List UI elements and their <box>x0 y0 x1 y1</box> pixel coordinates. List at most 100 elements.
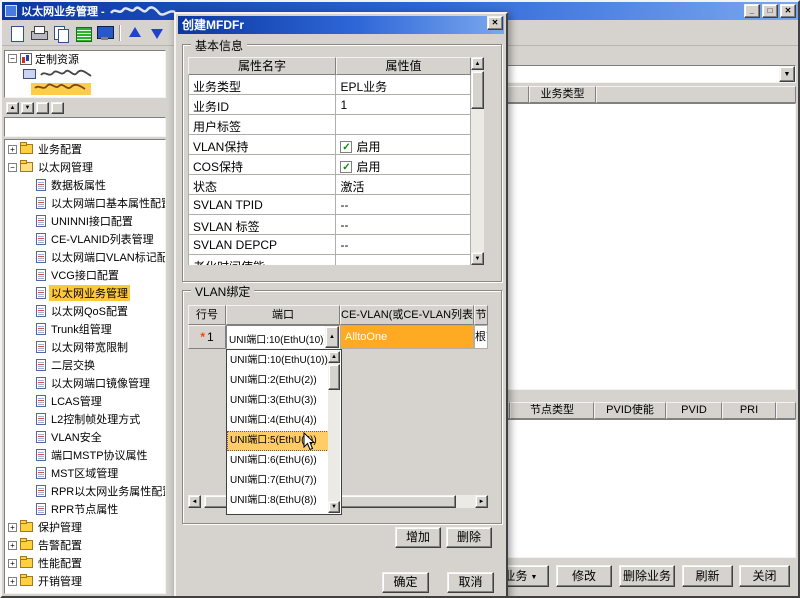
dropdown-option[interactable]: UNI端口:3(EthU(3)) <box>227 391 329 411</box>
expand-toggle-icon[interactable]: + <box>8 541 17 550</box>
print-icon[interactable] <box>29 23 49 43</box>
mini-tool-icon[interactable] <box>51 102 64 114</box>
close-icon[interactable]: ✕ <box>780 4 796 18</box>
down-arrow-icon[interactable] <box>147 23 167 43</box>
list-icon[interactable] <box>73 23 93 43</box>
port-combo[interactable]: UNI端口:10(EthU(10)) ▲ <box>226 325 340 349</box>
scroll-down-icon[interactable]: ▼ <box>471 252 484 265</box>
resource-child-item[interactable] <box>5 66 165 81</box>
tree-item[interactable]: 以太网业务管理 <box>5 284 165 302</box>
tree-item[interactable]: 数据板属性 <box>5 176 165 194</box>
scroll-thumb[interactable] <box>471 71 484 109</box>
expand-toggle-icon[interactable]: − <box>8 54 17 63</box>
vlan-column-header[interactable]: 端口 <box>226 305 340 325</box>
vlan-column-header[interactable]: 行号 <box>188 305 226 325</box>
property-value[interactable]: ✓启用 <box>336 155 471 175</box>
chevron-down-icon[interactable]: ▼ <box>779 66 795 82</box>
dropdown-option[interactable]: UNI端口:2(EthU(2)) <box>227 371 329 391</box>
tree-item[interactable]: CE-VLANID列表管理 <box>5 230 165 248</box>
tree-item[interactable]: LCAS管理 <box>5 392 165 410</box>
property-value[interactable] <box>336 115 471 135</box>
property-value[interactable]: EPL业务 <box>336 75 471 95</box>
chevron-up-icon[interactable]: ▲ <box>325 326 339 348</box>
minimize-icon[interactable]: _ <box>744 4 760 18</box>
tree-item[interactable]: 以太网端口基本属性配置 <box>5 194 165 212</box>
tree-item[interactable]: 以太网带宽限制 <box>5 338 165 356</box>
expand-toggle-icon[interactable]: + <box>8 145 17 154</box>
vlan-column-header[interactable]: CE-VLAN(或CE-VLAN列表号) <box>340 305 474 325</box>
property-name-header[interactable]: 属性名字 <box>188 57 336 75</box>
detail-column-header[interactable]: PRI <box>722 402 776 419</box>
up-arrow-icon[interactable] <box>125 23 145 43</box>
tree-item[interactable]: VLAN安全 <box>5 428 165 446</box>
detail-column-header[interactable]: PVID使能 <box>594 402 666 419</box>
resource-root-item[interactable]: − 定制资源 <box>5 51 165 66</box>
tree-item[interactable]: 端口MSTP协议属性 <box>5 446 165 464</box>
tree-item[interactable]: RPR节点属性 <box>5 500 165 518</box>
delete-service-button[interactable]: 删除业务 <box>619 565 675 587</box>
vlan-column-header[interactable]: 节 <box>474 305 488 325</box>
property-value-header[interactable]: 属性值 <box>336 57 471 75</box>
dropdown-option[interactable]: UNI端口:8(EthU(8)) <box>227 491 329 511</box>
detail-column-header[interactable]: 节点类型 <box>510 402 594 419</box>
tree-item[interactable]: RPR以太网业务属性配置 <box>5 482 165 500</box>
ce-vlan-cell[interactable]: AlltoOne <box>340 325 474 349</box>
property-value[interactable] <box>336 255 471 265</box>
expand-toggle-icon[interactable]: − <box>8 163 17 172</box>
property-value[interactable]: -- <box>336 235 471 255</box>
property-value[interactable]: -- <box>336 195 471 215</box>
expand-toggle-icon[interactable]: + <box>8 523 17 532</box>
expand-toggle-icon[interactable]: + <box>8 559 17 568</box>
monitor-icon[interactable] <box>95 23 115 43</box>
node-type-cell[interactable]: 根节 <box>474 325 488 349</box>
property-value[interactable]: 激活 <box>336 175 471 195</box>
tree-item[interactable]: +开销管理 <box>5 572 165 590</box>
ok-button[interactable]: 确定 <box>382 572 429 593</box>
tree-item[interactable]: 二层交换 <box>5 356 165 374</box>
tree-item[interactable]: L2控制帧处理方式 <box>5 410 165 428</box>
sort-up-icon[interactable]: ▲ <box>6 102 19 114</box>
scroll-right-icon[interactable]: ► <box>475 495 488 508</box>
close-icon[interactable]: ✕ <box>487 16 503 30</box>
tree-item[interactable]: UNINNI接口配置 <box>5 212 165 230</box>
tree-item[interactable]: +业务配置 <box>5 140 165 158</box>
list-column-header[interactable]: 业务类型 <box>529 86 596 103</box>
dropdown-scrollbar[interactable]: ▲ ▼ <box>328 351 340 513</box>
modify-button[interactable]: 修改 <box>556 565 612 587</box>
scroll-thumb[interactable] <box>328 364 340 390</box>
detail-column-header[interactable]: PVID <box>666 402 722 419</box>
copy-icon[interactable] <box>51 23 71 43</box>
vertical-scrollbar[interactable]: ▲ ▼ <box>471 57 484 265</box>
new-doc-icon[interactable] <box>7 23 27 43</box>
dropdown-option[interactable]: UNI端口:6(EthU(6)) <box>227 451 329 471</box>
scroll-down-icon[interactable]: ▼ <box>328 501 340 513</box>
scroll-up-icon[interactable]: ▲ <box>328 351 340 363</box>
tree-item[interactable]: 以太网端口镜像管理 <box>5 374 165 392</box>
tree-item[interactable]: −以太网管理 <box>5 158 165 176</box>
scroll-up-icon[interactable]: ▲ <box>471 57 484 70</box>
checkbox[interactable]: ✓ <box>340 141 352 153</box>
expand-toggle-icon[interactable]: + <box>8 577 17 586</box>
resource-child-item[interactable] <box>5 81 165 96</box>
checkbox[interactable]: ✓ <box>340 161 352 173</box>
maximize-icon[interactable]: □ <box>762 4 778 18</box>
tree-item[interactable]: VCG接口配置 <box>5 266 165 284</box>
property-value[interactable]: -- <box>336 215 471 235</box>
remove-button[interactable]: 删除 <box>446 527 492 548</box>
sort-down-icon[interactable]: ▼ <box>21 102 34 114</box>
tree-item[interactable]: Trunk组管理 <box>5 320 165 338</box>
tree-item[interactable]: +性能配置 <box>5 554 165 572</box>
close-button[interactable]: 关闭 <box>739 565 790 587</box>
property-value[interactable]: 1 <box>336 95 471 115</box>
tree-item[interactable]: 以太网QoS配置 <box>5 302 165 320</box>
tree-item[interactable]: MST区域管理 <box>5 464 165 482</box>
dropdown-option[interactable]: UNI端口:10(EthU(10)) <box>227 351 329 371</box>
dropdown-option[interactable]: UNI端口:4(EthU(4)) <box>227 411 329 431</box>
tree-item[interactable]: 以太网端口VLAN标记配置 <box>5 248 165 266</box>
dropdown-option[interactable]: UNI端口:7(EthU(7)) <box>227 471 329 491</box>
tree-item[interactable]: +告警配置 <box>5 536 165 554</box>
add-button[interactable]: 增加 <box>395 527 441 548</box>
mini-tool-icon[interactable] <box>36 102 49 114</box>
refresh-button[interactable]: 刷新 <box>682 565 733 587</box>
scroll-left-icon[interactable]: ◄ <box>188 495 201 508</box>
